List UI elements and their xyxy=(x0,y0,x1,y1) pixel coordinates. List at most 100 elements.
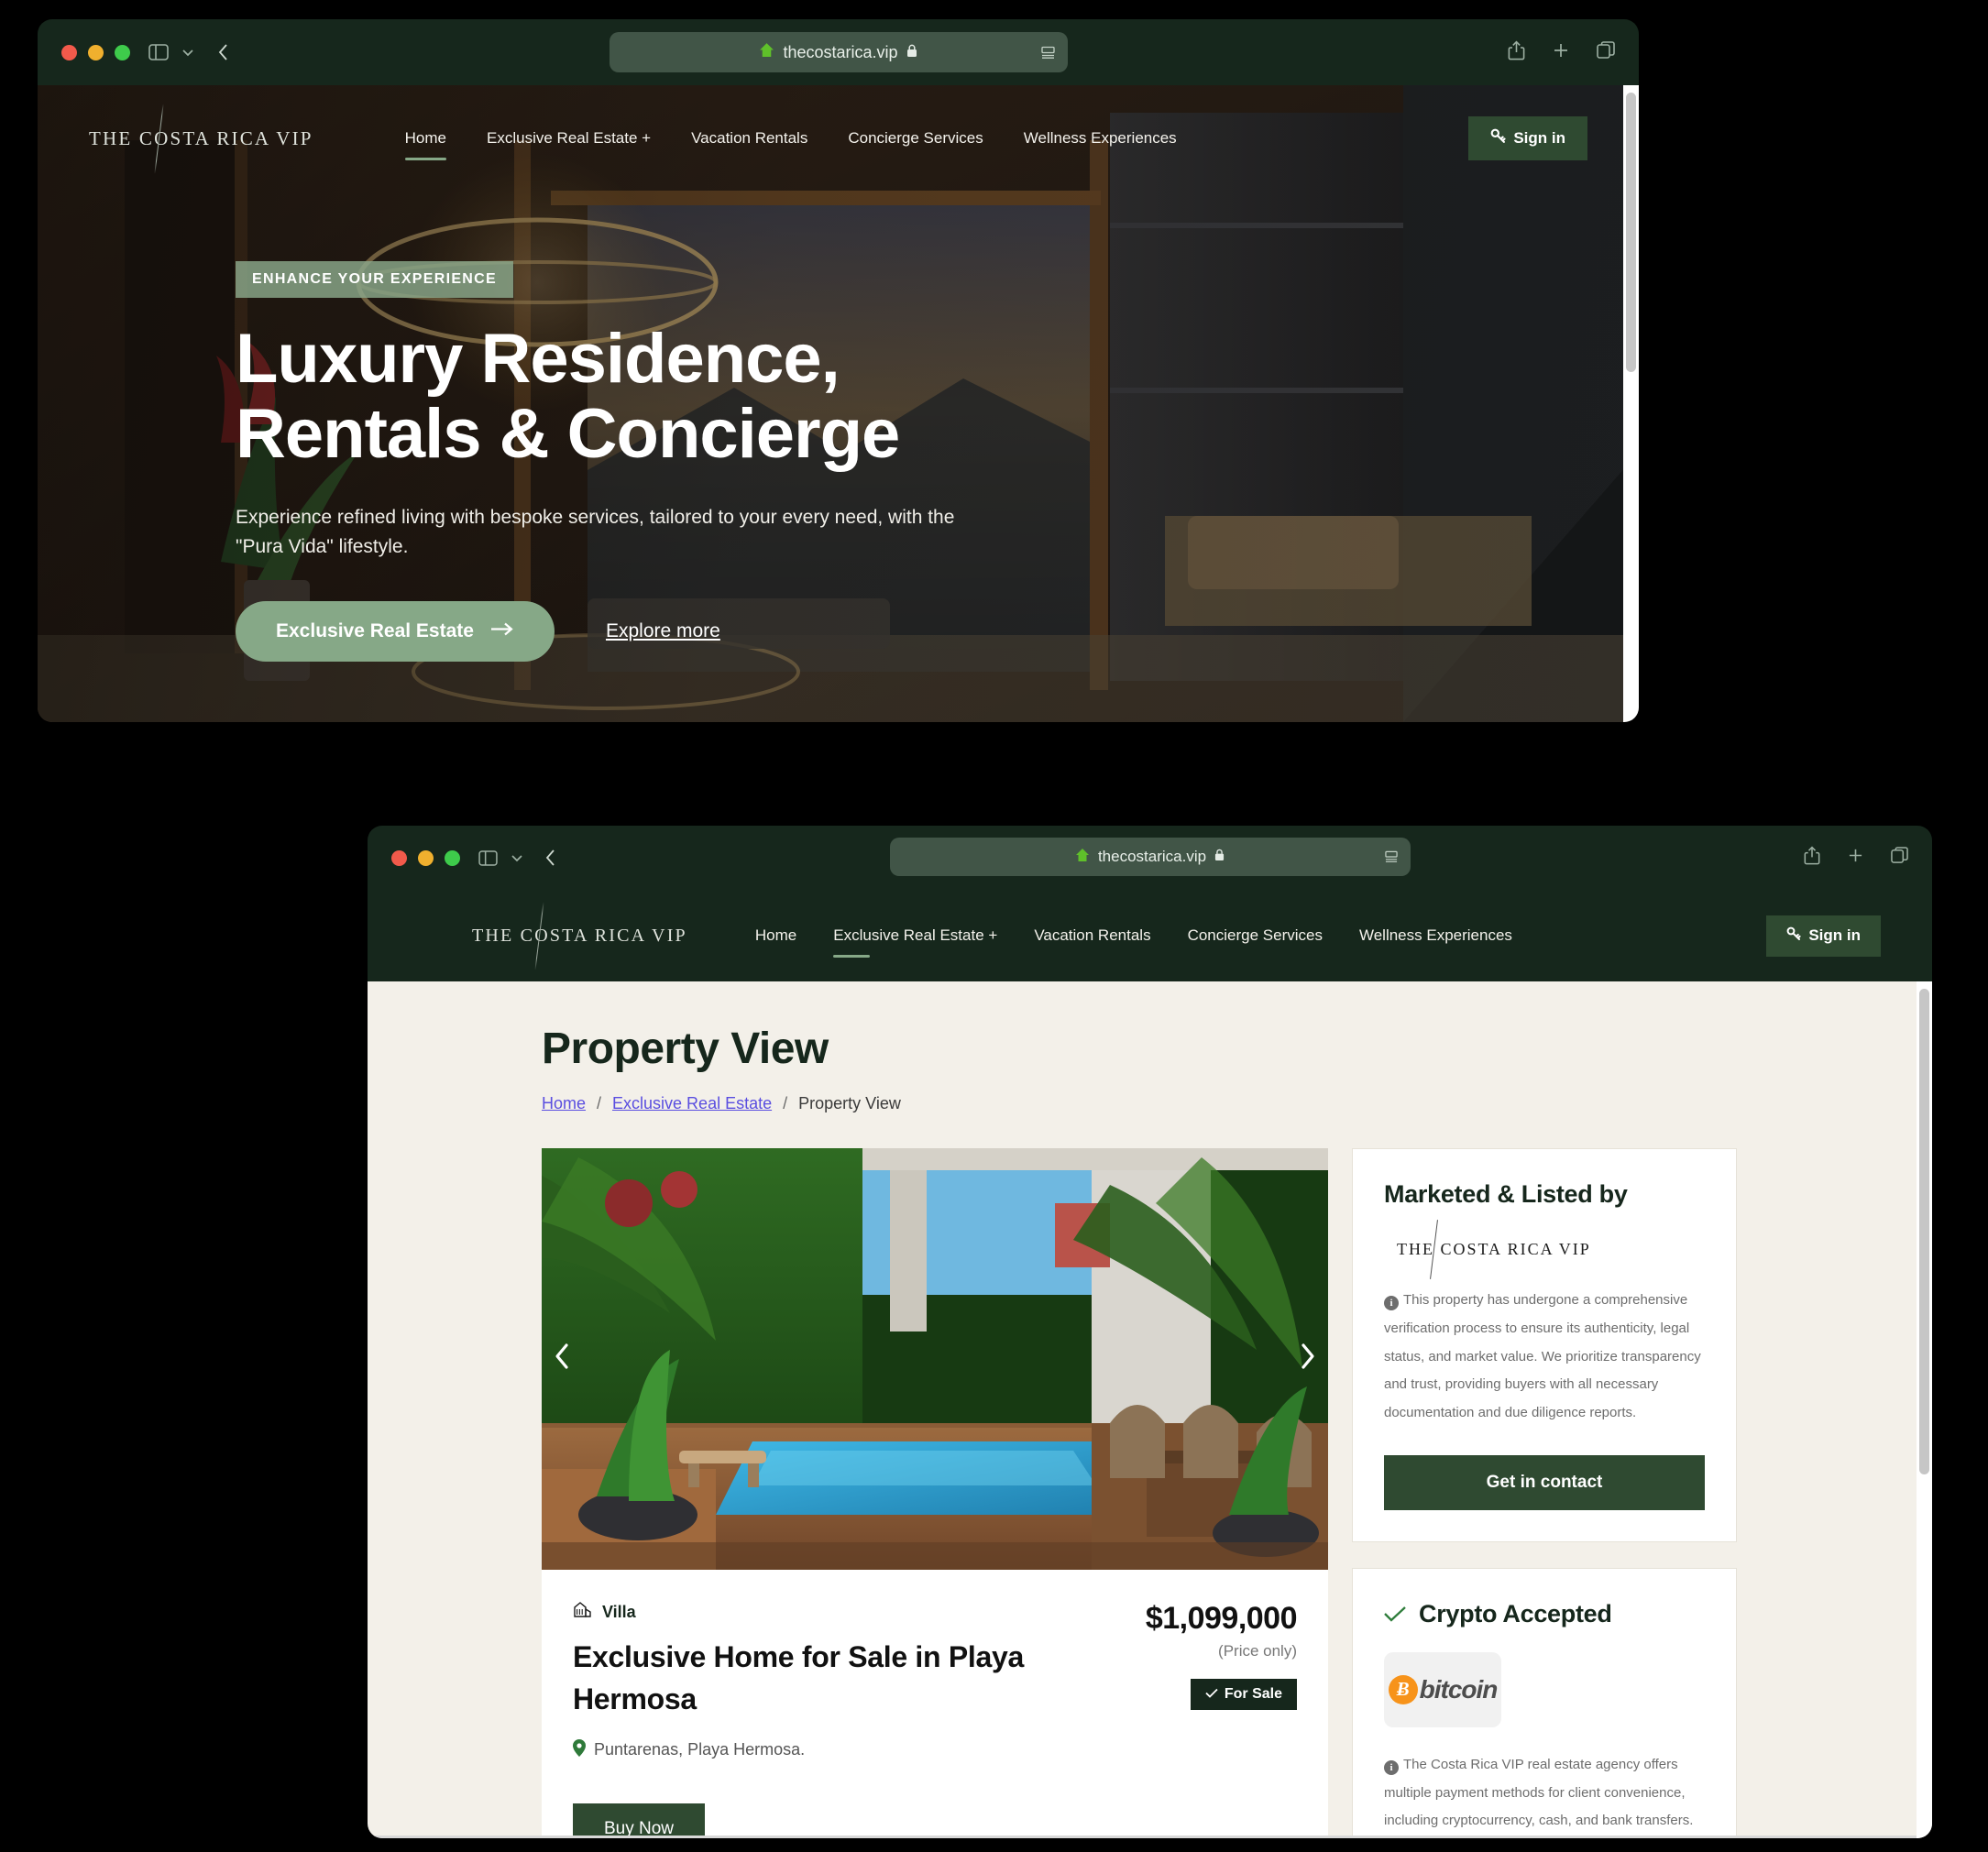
info-icon-crypto: i xyxy=(1384,1760,1399,1776)
property-location-label: Puntarenas, Playa Hermosa. xyxy=(594,1740,806,1759)
property-sidebar: Marketed & Listed by THE COSTA RICA VIP … xyxy=(1352,1148,1737,1838)
back-chevron-icon[interactable] xyxy=(218,43,229,61)
sidebar-toggle-icon[interactable] xyxy=(148,44,169,60)
property-image-carousel[interactable] xyxy=(542,1148,1328,1570)
property-kind-label: Villa xyxy=(602,1602,636,1621)
carousel-image xyxy=(542,1148,1328,1570)
property-price: $1,099,000 xyxy=(1145,1601,1298,1636)
check-icon-crypto xyxy=(1384,1600,1406,1628)
back-chevron-icon-2[interactable] xyxy=(545,849,556,867)
breadcrumb-home[interactable]: Home xyxy=(542,1094,586,1113)
sign-in-label: Sign in xyxy=(1513,129,1565,147)
property-kind: Villa xyxy=(573,1601,1104,1623)
page-bottom-divider xyxy=(368,1836,1917,1838)
map-pin-icon xyxy=(573,1738,586,1761)
browser-chrome-2: thecostarica.vip xyxy=(368,826,1932,890)
brand-logo[interactable]: THE COSTA RICA VIP xyxy=(89,127,313,150)
minimize-window-button-2[interactable] xyxy=(418,849,434,866)
browser-chrome: thecostarica.vip xyxy=(38,19,1639,85)
exclusive-real-estate-label: Exclusive Real Estate xyxy=(276,620,474,642)
nav-item-wellness-experiences-2[interactable]: Wellness Experiences xyxy=(1359,926,1512,945)
tab-overview-icon-2[interactable] xyxy=(1891,847,1908,869)
plus-icon[interactable] xyxy=(1553,42,1569,63)
close-window-button-2[interactable] xyxy=(391,849,407,866)
reader-view-icon-2[interactable] xyxy=(1384,850,1398,863)
window-traffic-lights-2[interactable] xyxy=(391,849,460,866)
crypto-card-note-text: The Costa Rica VIP real estate agency of… xyxy=(1384,1756,1694,1829)
browser-toolbar-right xyxy=(1508,39,1615,65)
breadcrumb-current: Property View xyxy=(798,1094,901,1112)
property-title: Exclusive Home for Sale in Playa Hermosa xyxy=(573,1640,1024,1716)
crypto-card-note: i The Costa Rica VIP real estate agency o… xyxy=(1384,1751,1705,1838)
bitcoin-wordmark: bitcoin xyxy=(1419,1674,1499,1704)
window-traffic-lights[interactable] xyxy=(61,44,130,60)
status-badge-label: For Sale xyxy=(1224,1686,1282,1702)
url-text: thecostarica.vip xyxy=(783,42,898,61)
property-main-column: Villa Exclusive Home for Sale in Playa H… xyxy=(542,1148,1328,1838)
exclusive-real-estate-button[interactable]: Exclusive Real Estate xyxy=(236,601,555,663)
brand-logo-2[interactable]: THE COSTA RICA VIP xyxy=(472,926,687,947)
hero-content: ENHANCE YOUR EXPERIENCE Luxury Residence… xyxy=(38,160,1046,663)
window2-scrollbar[interactable] xyxy=(1917,890,1932,1838)
share-icon[interactable] xyxy=(1508,39,1525,65)
hero-subtitle: Experience refined living with bespoke s… xyxy=(236,507,955,557)
chevron-down-icon-2[interactable] xyxy=(511,853,523,862)
info-icon: i xyxy=(1384,1296,1399,1311)
marketed-card-note-text: This property has undergone a comprehens… xyxy=(1384,1292,1701,1420)
plus-icon-2[interactable] xyxy=(1848,848,1863,868)
address-bar[interactable]: thecostarica.vip xyxy=(609,32,1068,72)
page-title: Property View xyxy=(542,1025,829,1073)
lock-icon xyxy=(906,43,917,62)
nav-item-exclusive-real-estate[interactable]: Exclusive Real Estate + xyxy=(487,129,651,148)
chevron-down-icon[interactable] xyxy=(181,48,194,57)
sidebar-toggle-icon-2[interactable] xyxy=(478,849,498,866)
property-layout-grid: Villa Exclusive Home for Sale in Playa H… xyxy=(542,1148,1840,1838)
nav-item-concierge-services[interactable]: Concierge Services xyxy=(848,129,983,148)
page-content: Property View Home / Exclusive Real Esta… xyxy=(368,981,1932,1838)
carousel-prev-button[interactable] xyxy=(555,1342,571,1375)
tab-overview-icon[interactable] xyxy=(1597,40,1615,64)
nav-item-wellness-experiences[interactable]: Wellness Experiences xyxy=(1024,129,1177,148)
sign-in-button[interactable]: Sign in xyxy=(1468,116,1587,160)
get-in-contact-button[interactable]: Get in contact xyxy=(1384,1454,1705,1510)
lock-icon-2 xyxy=(1214,848,1225,866)
maximize-window-button-2[interactable] xyxy=(445,849,460,866)
nav-item-vacation-rentals[interactable]: Vacation Rentals xyxy=(691,129,807,148)
nav-item-vacation-rentals-2[interactable]: Vacation Rentals xyxy=(1034,926,1150,945)
browser-window-home[interactable]: thecostarica.vip THE COSTA RICA VIP Home… xyxy=(38,19,1639,722)
address-bar-2[interactable]: thecostarica.vip xyxy=(889,838,1411,876)
site-navigation: THE COSTA RICA VIP Home Exclusive Real E… xyxy=(38,85,1639,160)
reader-view-icon[interactable] xyxy=(1040,46,1055,60)
sign-in-label-2: Sign in xyxy=(1808,926,1861,944)
window1-scrollbar[interactable] xyxy=(1623,85,1639,722)
breadcrumb: Home / Exclusive Real Estate / Property … xyxy=(542,1094,1840,1113)
nav-item-home[interactable]: Home xyxy=(404,129,447,160)
crypto-card-heading-row: Crypto Accepted xyxy=(1384,1600,1705,1628)
breadcrumb-separator-1: / xyxy=(597,1094,602,1112)
browser-window-property-view[interactable]: thecostarica.vip THE COSTA RICA VIP Home… xyxy=(368,826,1932,1838)
nav-item-concierge-services-2[interactable]: Concierge Services xyxy=(1188,926,1323,945)
carousel-next-button[interactable] xyxy=(1299,1342,1315,1375)
share-icon-2[interactable] xyxy=(1804,846,1820,870)
sign-in-button-2[interactable]: Sign in xyxy=(1766,915,1881,957)
property-info-right: $1,099,000 (Price only) For Sale xyxy=(1145,1601,1298,1710)
browser-toolbar-right-2 xyxy=(1804,846,1908,870)
bitcoin-coin-icon: Ƀ xyxy=(1388,1674,1418,1704)
property-info-row: Villa Exclusive Home for Sale in Playa H… xyxy=(573,1601,1298,1761)
site-navigation-2: THE COSTA RICA VIP Home Exclusive Real E… xyxy=(368,890,1932,981)
buy-now-button[interactable]: Buy Now xyxy=(573,1803,706,1838)
hero-heading-line-2: Rentals & Concierge xyxy=(236,395,900,474)
explore-more-link[interactable]: Explore more xyxy=(606,620,720,642)
window2-scrollbar-thumb[interactable] xyxy=(1919,989,1929,1474)
breadcrumb-exclusive-real-estate[interactable]: Exclusive Real Estate xyxy=(612,1094,772,1113)
nav-item-home-2[interactable]: Home xyxy=(755,926,796,945)
bitcoin-logo: Ƀ bitcoin xyxy=(1388,1674,1499,1704)
close-window-button[interactable] xyxy=(61,44,77,60)
nav-item-exclusive-real-estate-2[interactable]: Exclusive Real Estate + xyxy=(833,926,997,958)
status-badge-wrapper: For Sale xyxy=(1146,1660,1297,1710)
property-price-note: (Price only) xyxy=(1218,1642,1297,1660)
minimize-window-button[interactable] xyxy=(88,44,104,60)
key-icon-2 xyxy=(1786,926,1801,946)
maximize-window-button[interactable] xyxy=(115,44,130,60)
hero-heading: Luxury Residence, Rentals & Concierge xyxy=(236,321,1046,474)
